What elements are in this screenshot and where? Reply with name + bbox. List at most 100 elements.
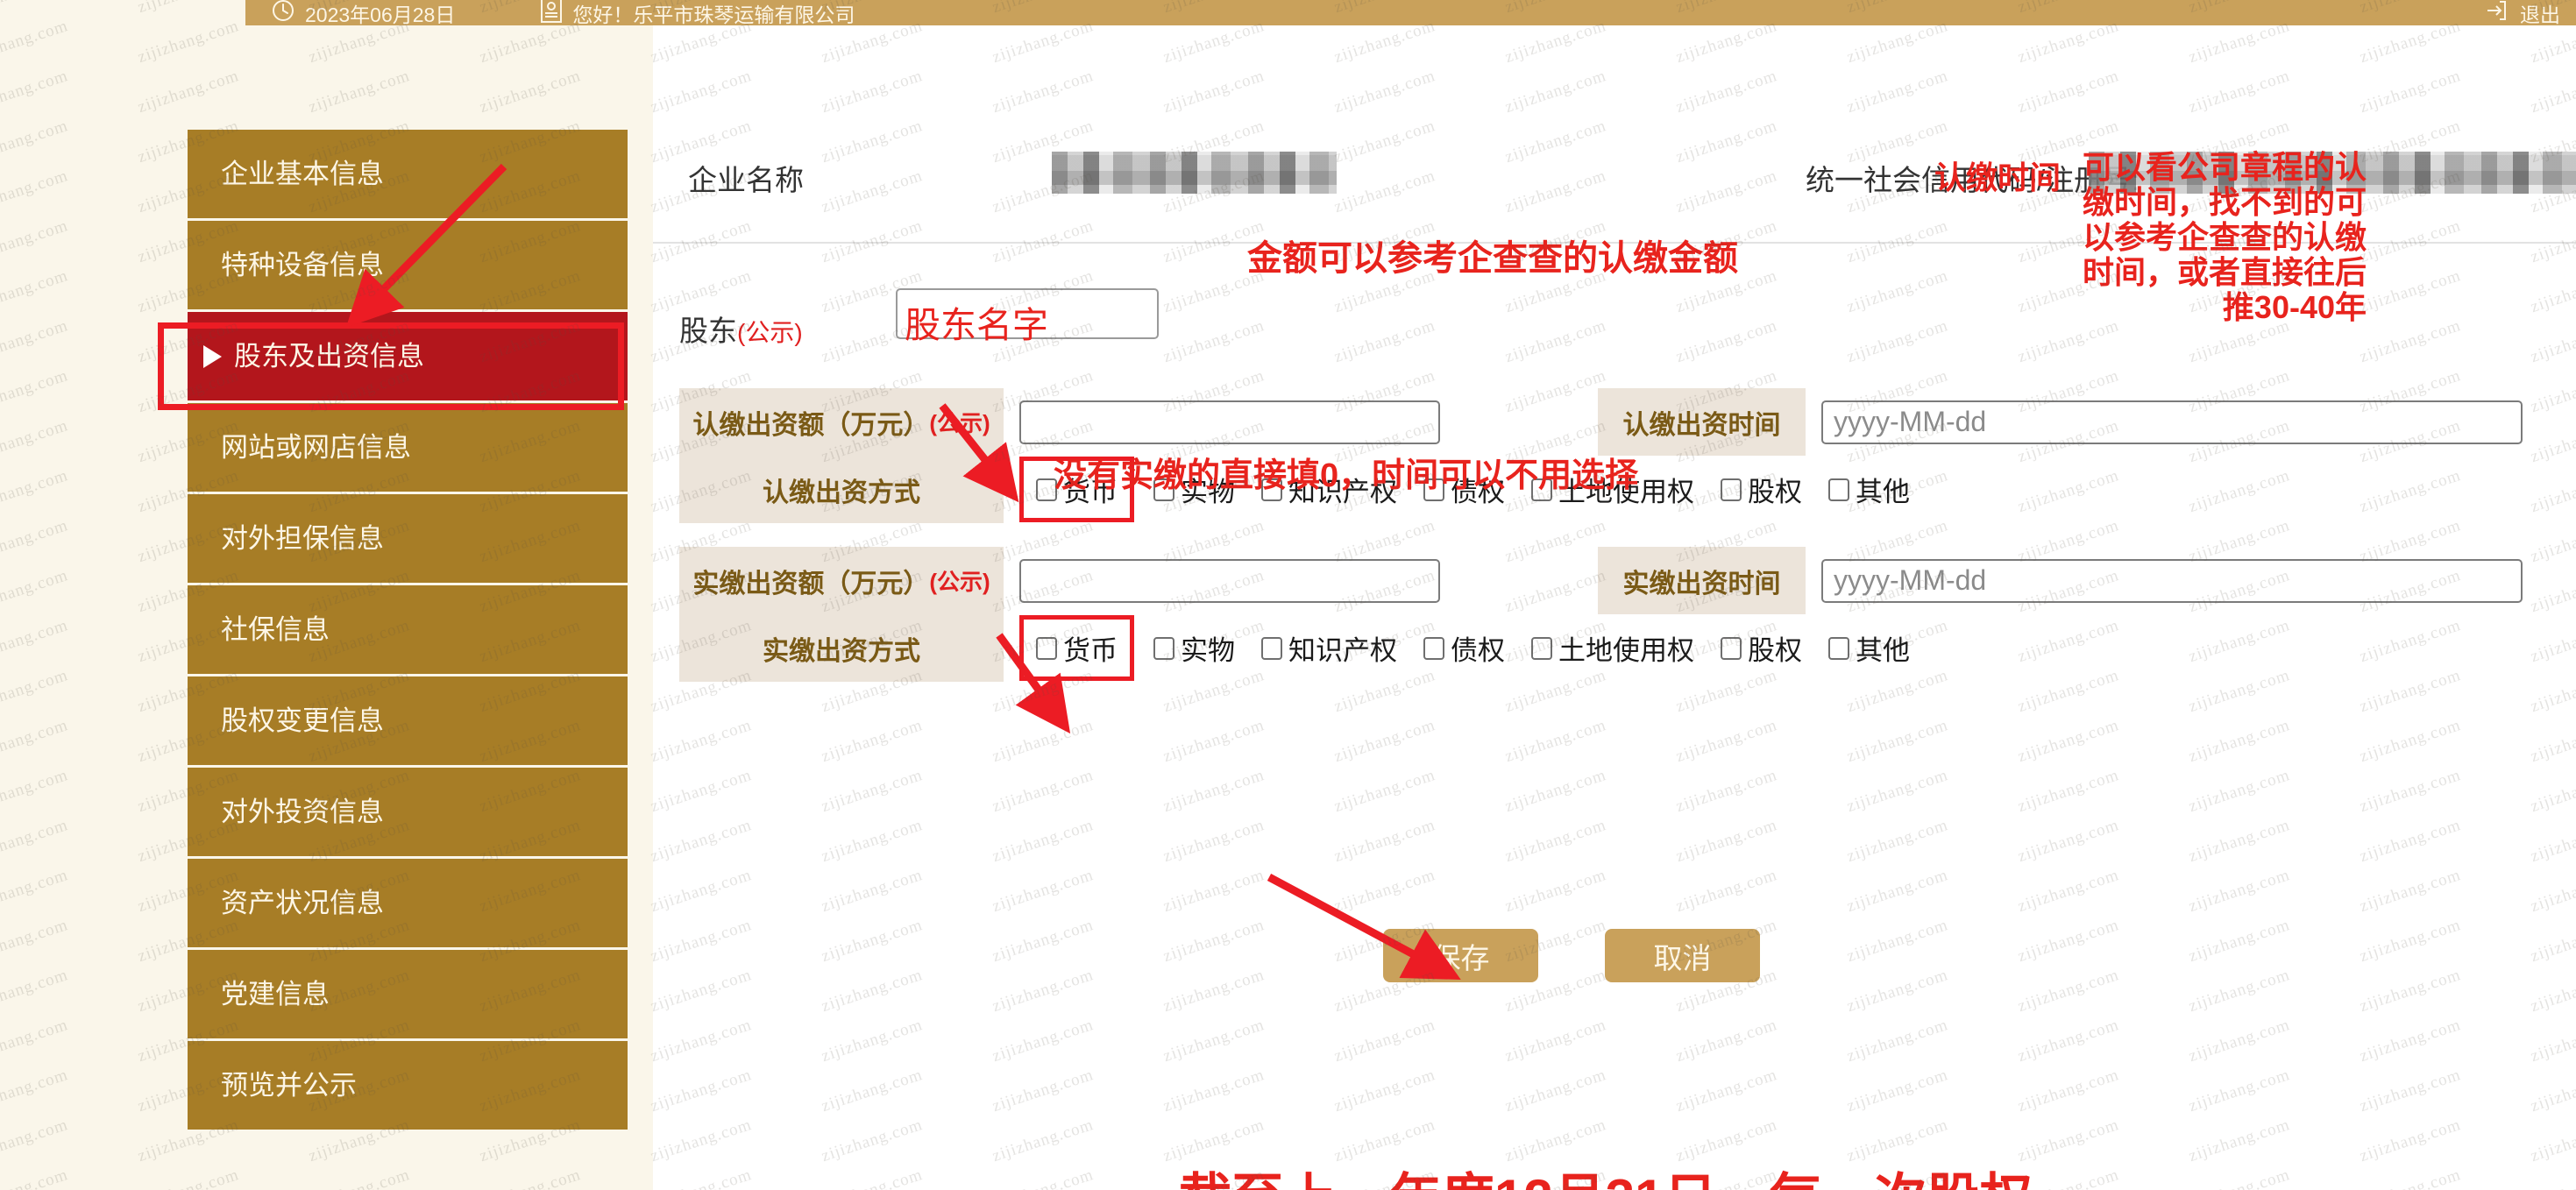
license-badge-icon — [541, 0, 563, 27]
subscribed-method-label: 认缴出资方式 — [679, 456, 1004, 523]
checkbox-box-icon[interactable] — [1153, 636, 1174, 660]
sidebar-item-label: 股权变更信息 — [221, 705, 384, 736]
checkbox-subscribed-qita[interactable]: 其他 — [1828, 470, 1910, 509]
table-spacer — [679, 523, 2576, 547]
annotation-bottom-cut: 截至上一年度12月31日，每一次股权 — [1179, 1156, 2032, 1190]
app-header: 2023年06月28日 您好！乐平市珠琴运输有限公司 退出 — [245, 0, 2576, 28]
header-left-group: 2023年06月28日 您好！乐平市珠琴运输有限公司 — [245, 0, 855, 28]
checkbox-label: 股权 — [1748, 635, 1802, 666]
shareholder-label-text: 股东 — [679, 315, 737, 347]
shareholder-label: 股东(公示) — [679, 308, 803, 350]
sidebar-item-label: 特种设备信息 — [221, 250, 384, 280]
checkbox-paid-guquan[interactable]: 股权 — [1721, 628, 1802, 668]
sidebar-item-label: 对外担保信息 — [221, 523, 384, 554]
sidebar-item-label: 网站或网店信息 — [221, 432, 411, 463]
contribution-form-table: 认缴出资额（万元） (公示) 认缴出资时间 yyyy-MM-dd 认缴出资方式 货… — [679, 388, 2576, 682]
checkbox-box-icon[interactable] — [1531, 636, 1552, 660]
annotation-paid-hint: 没有实缴的直接填0，时间可以不用选择 — [1054, 457, 1639, 494]
subscribed-amount-row: 认缴出资额（万元） (公示) 认缴出资时间 yyyy-MM-dd — [679, 388, 2576, 456]
subscribed-amount-input-cell — [1004, 388, 1598, 456]
paid-amount-public-tag: (公示) — [929, 569, 990, 595]
checkbox-box-icon[interactable] — [1828, 636, 1849, 660]
sidebar-item-label: 社保信息 — [221, 614, 330, 645]
paid-date-input[interactable]: yyyy-MM-dd — [1821, 558, 2523, 603]
sidebar-item-shebao[interactable]: 社保信息 — [188, 585, 628, 676]
sidebar-item-qiye-jiben[interactable]: 企业基本信息 — [188, 130, 628, 221]
sidebar-item-label: 企业基本信息 — [221, 159, 384, 189]
paid-amount-input[interactable] — [1019, 558, 1440, 603]
paid-amount-input-cell — [1004, 547, 1598, 614]
checkbox-label: 货币 — [1063, 635, 1118, 666]
form-action-buttons: 保存 取消 — [653, 929, 2576, 982]
cancel-button[interactable]: 取消 — [1605, 929, 1760, 982]
main-content: 企业名称 统一社会信用代码/注册号: 股东(公示) 股东名字 认缴出资额（万元）… — [653, 25, 2576, 1190]
annotation-time-label: 认缴时间 — [1934, 159, 2062, 195]
checkbox-box-icon[interactable] — [1828, 478, 1849, 501]
subscribed-date-label: 认缴出资时间 — [1598, 388, 1806, 456]
triangle-right-icon — [203, 344, 222, 368]
header-left-strip — [0, 0, 245, 25]
checkbox-label: 土地使用权 — [1558, 635, 1694, 666]
paid-method-row: 实缴出资方式 货币 实物 知识产权 债权 土地使用权 股权 其他 — [679, 614, 2576, 682]
subscribed-amount-public-tag: (公示) — [929, 410, 990, 436]
checkbox-box-icon[interactable] — [1423, 636, 1444, 660]
subscribed-amount-label: 认缴出资额（万元） (公示) — [679, 388, 1004, 456]
shareholder-public-tag: (公示) — [737, 319, 803, 346]
sidebar-item-label: 资产状况信息 — [221, 888, 384, 918]
annotation-time-body: 可以看公司章程的认缴时间，找不到的可以参考企查查的认缴时间，或者直接往后推30-… — [2082, 149, 2367, 325]
page-root: 2023年06月28日 您好！乐平市珠琴运输有限公司 退出 企业基本信息 特种设… — [0, 0, 2576, 1190]
paid-method-options: 货币 实物 知识产权 债权 土地使用权 股权 其他 — [1004, 614, 2576, 682]
sidebar-item-zichan-zhuangkuang[interactable]: 资产状况信息 — [188, 859, 628, 950]
exit-arrow-icon[interactable] — [2485, 0, 2508, 26]
sidebar-item-wangzhan[interactable]: 网站或网店信息 — [188, 403, 628, 494]
subscribed-amount-label-text: 认缴出资额（万元） — [692, 410, 930, 440]
paid-amount-label: 实缴出资额（万元） (公示) — [679, 547, 1004, 614]
checkbox-subscribed-guquan[interactable]: 股权 — [1721, 470, 1802, 509]
checkbox-paid-zhishichanquan[interactable]: 知识产权 — [1261, 628, 1397, 668]
sidebar-item-tezhong-shebei[interactable]: 特种设备信息 — [188, 221, 628, 312]
subscribed-amount-input[interactable] — [1019, 400, 1440, 444]
sidebar-item-label: 对外投资信息 — [221, 797, 384, 827]
save-button[interactable]: 保存 — [1383, 929, 1538, 982]
checkbox-label: 实物 — [1181, 635, 1235, 666]
paid-amount-label-text: 实缴出资额（万元） — [692, 569, 930, 599]
exit-label[interactable]: 退出 — [2520, 0, 2560, 28]
header-right-group[interactable]: 退出 — [2485, 0, 2576, 28]
paid-date-label: 实缴出资时间 — [1598, 547, 1806, 614]
checkbox-paid-huobi[interactable]: 货币 — [1019, 615, 1134, 681]
subscribed-date-input-cell: yyyy-MM-dd — [1806, 388, 2576, 456]
sidebar-item-duiwai-danbao[interactable]: 对外担保信息 — [188, 494, 628, 585]
sidebar-item-gudong-chuzi[interactable]: 股东及出资信息 — [188, 312, 628, 403]
sidebar-item-yulan-gongshi[interactable]: 预览并公示 — [188, 1041, 628, 1132]
checkbox-box-icon[interactable] — [1261, 636, 1282, 660]
checkbox-paid-zhaiquan[interactable]: 债权 — [1423, 628, 1505, 668]
sidebar-item-duiwai-touzi[interactable]: 对外投资信息 — [188, 768, 628, 859]
checkbox-box-icon[interactable] — [1721, 478, 1742, 501]
paid-method-label: 实缴出资方式 — [679, 614, 1004, 682]
checkbox-label: 其他 — [1856, 477, 1910, 507]
checkbox-label: 其他 — [1856, 635, 1910, 666]
checkbox-paid-shiwu[interactable]: 实物 — [1153, 628, 1235, 668]
checkbox-box-icon[interactable] — [1036, 636, 1057, 660]
company-name-label: 企业名称 — [688, 164, 804, 196]
paid-amount-row: 实缴出资额（万元） (公示) 实缴出资时间 yyyy-MM-dd — [679, 547, 2576, 614]
sidebar-item-dangjian[interactable]: 党建信息 — [188, 950, 628, 1041]
sidebar-nav: 企业基本信息 特种设备信息 股东及出资信息 网站或网店信息 对外担保信息 社保信… — [188, 130, 628, 1132]
shareholder-annotation-value: 股东名字 — [905, 305, 1048, 345]
paid-date-input-cell: yyyy-MM-dd — [1806, 547, 2576, 614]
header-date: 2023年06月28日 — [305, 3, 456, 26]
sidebar-item-guquan-biangeng[interactable]: 股权变更信息 — [188, 676, 628, 768]
checkbox-box-icon[interactable] — [1721, 636, 1742, 660]
checkbox-paid-tudishiyongquan[interactable]: 土地使用权 — [1531, 628, 1694, 668]
checkbox-paid-qita[interactable]: 其他 — [1828, 628, 1910, 668]
checkbox-label: 债权 — [1451, 635, 1505, 666]
subscribed-date-input[interactable]: yyyy-MM-dd — [1821, 400, 2523, 444]
header-greeting: 您好！乐平市珠琴运输有限公司 — [572, 3, 855, 26]
annotation-amount-hint: 金额可以参考企查查的认缴金额 — [1247, 239, 1738, 278]
sidebar-item-label: 预览并公示 — [221, 1070, 357, 1101]
checkbox-label: 股权 — [1748, 477, 1802, 507]
sidebar-item-label: 党建信息 — [221, 979, 330, 1009]
sidebar-item-label: 股东及出资信息 — [234, 341, 424, 372]
company-name-value-redacted — [1052, 152, 1337, 194]
checkbox-label: 知识产权 — [1288, 635, 1397, 666]
